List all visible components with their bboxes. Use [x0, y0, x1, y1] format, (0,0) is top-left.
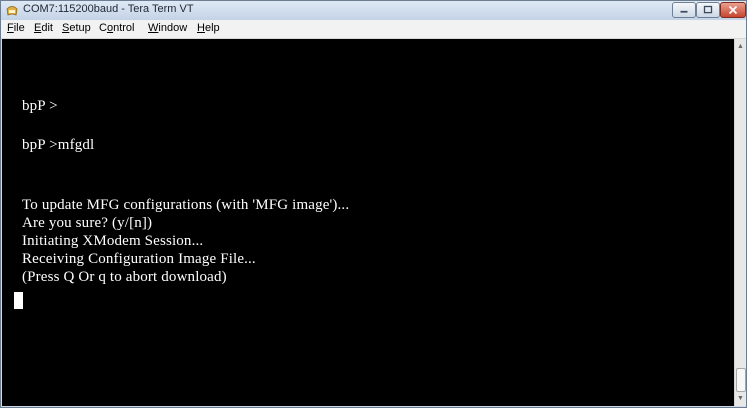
- menu-control-rest: ntrol: [113, 22, 135, 34]
- window-title: COM7:115200baud - Tera Term VT: [23, 3, 194, 15]
- menu-edit-rest: dit: [41, 22, 53, 34]
- terminal-line: bpP >: [22, 98, 58, 114]
- menu-control-pre: C: [99, 22, 107, 34]
- menu-window-accel: W: [148, 22, 159, 34]
- vertical-scrollbar[interactable]: ▲ ▼: [734, 39, 746, 406]
- close-icon: [728, 5, 738, 15]
- minimize-icon: [680, 10, 688, 13]
- menu-window-rest: indow: [158, 22, 188, 34]
- menu-help-accel: H: [197, 22, 205, 34]
- close-button[interactable]: [720, 2, 746, 18]
- menu-window[interactable]: Window: [148, 22, 187, 34]
- menu-file-rest: ile: [13, 22, 25, 34]
- terminal-line: Initiating XModem Session...: [22, 233, 204, 249]
- maximize-icon: [703, 5, 713, 14]
- menu-help-rest: elp: [204, 22, 220, 34]
- maximize-button[interactable]: [696, 2, 720, 18]
- menu-edit[interactable]: Edit: [34, 22, 53, 34]
- terminal-line: Receiving Configuration Image File...: [22, 251, 256, 267]
- terminal-screen[interactable]: bpP > bpP >mfgdl To update MFG configura…: [2, 39, 734, 406]
- title-bar[interactable]: COM7:115200baud - Tera Term VT: [1, 1, 746, 20]
- menu-control[interactable]: Control: [99, 22, 134, 34]
- menu-bar: File Edit Setup Control Window Help: [1, 20, 746, 39]
- scroll-thumb[interactable]: [736, 368, 746, 392]
- menu-file[interactable]: File: [7, 22, 25, 34]
- tera-term-icon: [6, 6, 18, 16]
- terminal-line: Are you sure? (y/[n]): [22, 215, 153, 231]
- text-cursor: [14, 292, 23, 309]
- menu-setup[interactable]: Setup: [62, 22, 91, 34]
- terminal-window: COM7:115200baud - Tera Term VT File Edit…: [0, 0, 747, 408]
- menu-setup-rest: etup: [69, 22, 91, 34]
- menu-file-accel: F: [7, 22, 14, 34]
- terminal-line: (Press Q Or q to abort download): [22, 269, 227, 285]
- minimize-button[interactable]: [672, 2, 696, 18]
- scroll-down-icon[interactable]: ▼: [735, 393, 746, 404]
- terminal-line: bpP >mfgdl: [22, 137, 95, 153]
- scroll-up-icon[interactable]: ▲: [735, 41, 746, 52]
- menu-help[interactable]: Help: [197, 22, 220, 34]
- terminal-line: To update MFG configurations (with 'MFG …: [22, 197, 350, 213]
